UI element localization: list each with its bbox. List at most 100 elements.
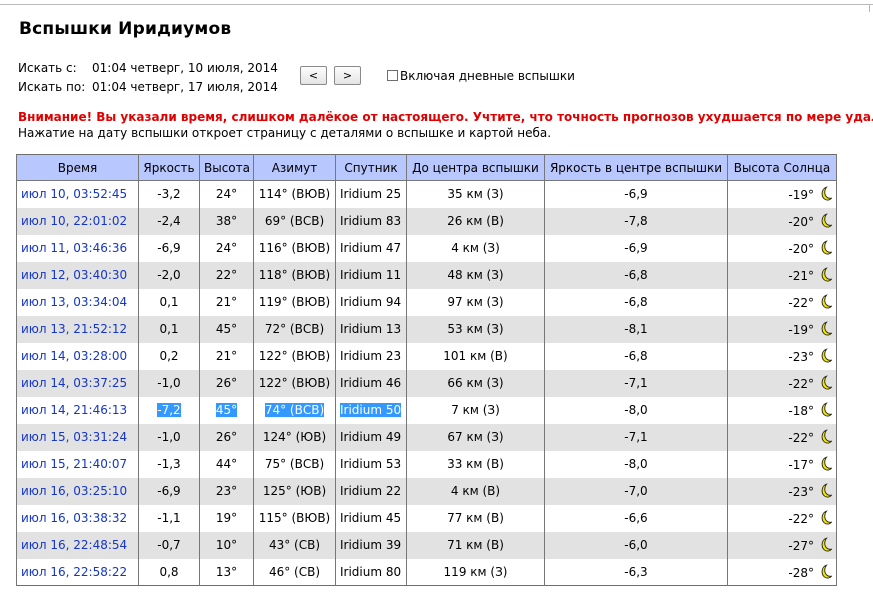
cell-text: Iridium 39 (340, 538, 402, 552)
cell-text: -8,1 (624, 322, 648, 336)
cell-center-magnitude: -7,0 (544, 477, 728, 505)
cell-text: 24° (215, 187, 238, 202)
cell-center-magnitude: -8,1 (544, 315, 728, 343)
cell-center-magnitude: -6,6 (544, 504, 728, 532)
cell-text: 10° (215, 538, 238, 552)
cell-text: Iridium 45 (340, 511, 402, 525)
cell-magnitude: -3,2 (138, 180, 200, 208)
cell-text: 4 км (З) (451, 241, 500, 255)
cell-text: -23° (788, 485, 814, 499)
flare-date-link[interactable]: июл 16, 22:58:22 (21, 565, 127, 579)
cell-text: 122° (ВЮВ) (258, 376, 331, 390)
cell-sun-altitude: -27° (727, 531, 837, 559)
cell-text: -8,0 (624, 403, 648, 417)
cell-text: 119 км (З) (443, 564, 508, 579)
cell-text: 67 км (З) (447, 430, 504, 444)
cell-altitude: 24° (199, 180, 254, 208)
flare-date-link[interactable]: июл 11, 03:46:36 (21, 241, 127, 255)
table-row: июл 14, 03:28:00 0,2 21° 122° (ВЮВ) Iridium … (16, 342, 837, 370)
cell-text: 77 км (В) (447, 511, 504, 525)
cell-text: 44° (215, 457, 238, 471)
flare-date-link[interactable]: июл 13, 03:34:04 (21, 295, 127, 309)
next-week-button[interactable]: > (334, 66, 361, 85)
cell-magnitude: 0,2 (138, 342, 200, 370)
cell-time: июл 14, 03:28:00 (16, 342, 139, 370)
cell-center-magnitude: -7,8 (544, 207, 728, 235)
flare-date-link[interactable]: июл 14, 03:28:00 (21, 349, 127, 363)
flare-date-link[interactable]: июл 16, 03:25:10 (21, 484, 127, 498)
table-row: июл 16, 03:25:10 -6,9 23° 125° (ЮВ) Iridium … (16, 477, 837, 505)
cell-time: июл 14, 03:37:25 (16, 369, 139, 397)
cell-altitude: 26° (199, 369, 254, 397)
daytime-flares-label[interactable]: Включая дневные вспышки (400, 69, 575, 83)
cell-text: 115° (ВЮВ) (258, 511, 331, 525)
cell-center-magnitude: -8,0 (544, 450, 728, 478)
cell-text: 48 км (З) (447, 268, 504, 282)
search-from-label: Искать с: (18, 61, 77, 75)
cell-text: Iridium 94 (340, 295, 402, 309)
prev-week-button[interactable]: < (300, 66, 327, 85)
cell-magnitude: 0,1 (138, 288, 200, 316)
cell-text: 19° (215, 511, 238, 525)
daytime-flares-checkbox[interactable] (387, 70, 398, 81)
table-row: июл 11, 03:46:36 -6,9 24° 116° (ВЮВ) Iridium… (16, 234, 837, 262)
crescent-moon-icon (818, 240, 833, 256)
cell-text: Iridium 22 (340, 484, 402, 498)
cell-text: -6,0 (624, 538, 648, 552)
cell-text: Iridium 80 (340, 564, 402, 579)
flare-date-link[interactable]: июл 15, 21:40:07 (21, 457, 127, 471)
flare-date-link[interactable]: июл 15, 03:31:24 (21, 430, 127, 444)
cell-sun-altitude: -22° (727, 504, 837, 532)
cell-text: 118° (ВЮВ) (258, 268, 331, 282)
cell-text: -19° (788, 323, 814, 337)
cell-azimuth: 69° (ВСВ) (253, 207, 336, 235)
cell-magnitude: 0,1 (138, 315, 200, 343)
cell-text: -27° (788, 539, 814, 553)
cell-satellite: Iridium 25 (335, 180, 407, 208)
cell-text: 26 км (В) (447, 214, 504, 228)
crescent-moon-icon (818, 456, 833, 472)
daytime-flares-option[interactable]: Включая дневные вспышки (387, 69, 575, 83)
cell-satellite: Iridium 80 (335, 558, 407, 586)
crescent-moon-icon (818, 402, 833, 418)
flare-date-link[interactable]: июл 12, 03:40:30 (21, 268, 127, 282)
top-rule-cap (869, 4, 870, 12)
cell-text: -1,0 (157, 430, 181, 444)
cell-satellite: Iridium 47 (335, 234, 407, 262)
flare-date-link[interactable]: июл 16, 03:38:32 (21, 511, 127, 525)
flare-date-link[interactable]: июл 14, 21:46:13 (21, 403, 127, 417)
flare-date-link[interactable]: июл 16, 22:48:54 (21, 538, 127, 552)
cell-text: -21° (788, 269, 814, 283)
flare-date-link[interactable]: июл 10, 22:01:02 (21, 214, 127, 228)
cell-text: 72° (ВСВ) (264, 322, 325, 336)
cell-azimuth: 72° (ВСВ) (253, 315, 336, 343)
table-header-row: Время Яркость Высота Азимут Спутник До ц… (16, 154, 837, 181)
crescent-moon-icon (818, 510, 833, 526)
cell-text: -7,1 (624, 430, 648, 444)
cell-altitude: 38° (199, 207, 254, 235)
cell-text: 125° (ЮВ) (262, 484, 327, 498)
flare-date-link[interactable]: июл 14, 03:37:25 (21, 376, 127, 390)
cell-text: 4 км (В) (450, 484, 501, 498)
crescent-moon-icon (818, 537, 833, 553)
cell-center-magnitude: -6,8 (544, 342, 728, 370)
cell-text: -6,8 (624, 295, 648, 309)
cell-altitude: 45° (199, 315, 254, 343)
flare-date-link[interactable]: июл 13, 21:52:12 (21, 322, 127, 336)
cell-text: -28° (788, 565, 814, 580)
cell-center-magnitude: -6,8 (544, 288, 728, 316)
flare-date-link[interactable]: июл 10, 03:52:45 (21, 187, 127, 201)
cell-sun-altitude: -20° (727, 207, 837, 235)
search-to-label: Искать по: (18, 80, 86, 94)
cell-text: -20° (788, 215, 814, 229)
cell-azimuth: 119° (ВЮВ) (253, 288, 336, 316)
cell-text: Iridium 13 (340, 322, 402, 336)
cell-distance: 4 км (З) (406, 234, 545, 262)
cell-sun-altitude: -23° (727, 342, 837, 370)
cell-text: -18° (788, 404, 814, 418)
cell-satellite: Iridium 13 (335, 315, 407, 343)
search-to: Искать по: 01:04 четверг, 17 июля, 2014 (18, 80, 278, 94)
cell-distance: 119 км (З) (406, 558, 545, 586)
cell-time: июл 10, 22:01:02 (16, 207, 139, 235)
cell-text: 21° (215, 295, 238, 309)
